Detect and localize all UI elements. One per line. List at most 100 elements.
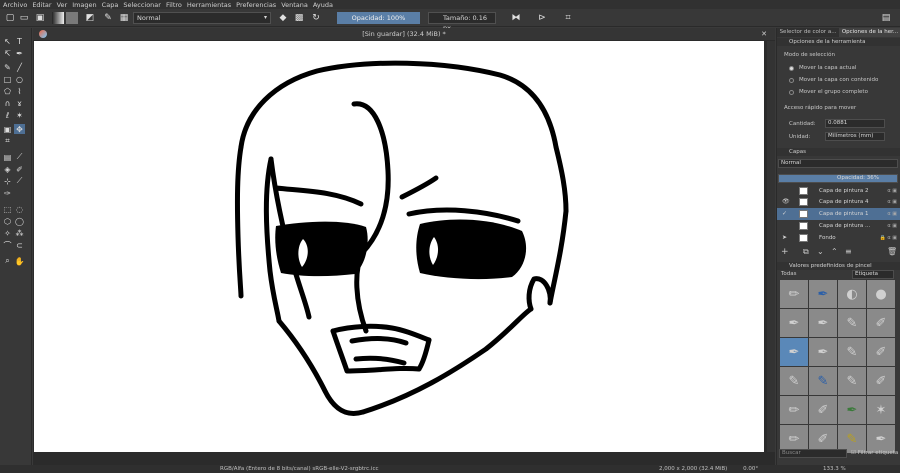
new-document-icon[interactable]: ▢	[4, 12, 16, 24]
menu-capa[interactable]: Capa	[102, 1, 119, 9]
brush-preset-icon[interactable]: ✎	[102, 12, 114, 24]
radio-move-current-layer[interactable]	[789, 66, 794, 71]
crop-icon[interactable]: ⌗	[562, 12, 574, 24]
pattern-swatch-icon[interactable]	[66, 12, 78, 24]
move-layer-down-icon[interactable]: ⌄	[817, 247, 824, 256]
reference-tool-icon[interactable]: ✑	[2, 188, 13, 198]
workspace-icon[interactable]: ▤	[880, 12, 892, 24]
menu-filtro[interactable]: Filtro	[166, 1, 182, 9]
contiguous-select-icon[interactable]: ✧	[2, 228, 13, 238]
gradient-swatch-icon[interactable]	[52, 12, 64, 24]
charcoal-brush-icon[interactable]: ✎	[838, 338, 866, 366]
eraser-mode-icon[interactable]: ◆	[277, 12, 289, 24]
unit-select[interactable]: Milímetros (mm)	[825, 132, 885, 141]
drawing-canvas[interactable]	[34, 41, 764, 452]
preset-search-input[interactable]: Buscar	[779, 449, 847, 458]
hatch-brush-icon[interactable]: ✶	[867, 396, 895, 424]
filter-tag-checkbox[interactable]: ☑ Filtrar etiqueta	[851, 450, 898, 456]
airbrush-icon[interactable]: ◐	[838, 280, 866, 308]
reload-preset-icon[interactable]: ↻	[310, 12, 322, 24]
amount-input[interactable]: 0.0881	[825, 119, 885, 128]
rectangle-tool-icon[interactable]: □	[2, 74, 13, 84]
close-icon[interactable]: ✕	[761, 28, 767, 40]
document-tab[interactable]: [Sin guardar] (32.4 MiB) * ✕	[33, 28, 775, 40]
blue-pencil-icon[interactable]: ✎	[809, 367, 837, 395]
brush-settings-icon[interactable]: ▦	[118, 12, 130, 24]
delete-layer-icon[interactable]: 🗑	[887, 247, 897, 256]
layer-flags-icon[interactable]: α ▣	[887, 208, 897, 220]
chalk-brush-icon[interactable]: ✐	[867, 309, 895, 337]
select-shapes-icon[interactable]: ↖	[2, 36, 13, 46]
polygon-select-icon[interactable]: ⬡	[2, 216, 13, 226]
duplicate-layer-icon[interactable]: ⧉	[803, 247, 809, 257]
calligraphy-icon[interactable]: ✒	[14, 48, 25, 58]
green-pen-icon[interactable]: ✒	[838, 396, 866, 424]
soft-brush-icon[interactable]: ●	[867, 280, 895, 308]
layer-flags-icon[interactable]: α ▣	[887, 196, 897, 208]
pencil-brush-icon[interactable]: ✎	[838, 309, 866, 337]
move-layer-up-icon[interactable]: ⌃	[831, 247, 838, 256]
crop-tool-icon[interactable]: ⌗	[2, 136, 13, 146]
eraser-brush-icon[interactable]: ✏	[780, 280, 808, 308]
bezier-tool-icon[interactable]: ∩	[2, 98, 13, 108]
opacity-slider[interactable]: Opacidad: 100%	[337, 12, 420, 24]
mirror-vertical-icon[interactable]: ⊳	[536, 12, 548, 24]
presets-tag-select[interactable]: Etiqueta	[852, 270, 894, 279]
texture-brush-icon[interactable]: ✐	[867, 367, 895, 395]
ink-pen-brush-icon[interactable]: ✒	[780, 309, 808, 337]
layer-row[interactable]: 👁 Capa de pintura 4 α ▣	[777, 196, 900, 208]
smart-patch-icon[interactable]: ✐	[14, 164, 25, 174]
canvas-scrollbar[interactable]	[767, 41, 775, 452]
blend-mode-select[interactable]: Normal ▾	[133, 12, 271, 24]
zoom-level[interactable]: 133.3 %	[823, 465, 846, 473]
layers-blend-select[interactable]: Normal	[778, 159, 898, 168]
menu-preferencias[interactable]: Preferencias	[236, 1, 276, 9]
dark-pencil-icon[interactable]: ✎	[838, 367, 866, 395]
layer-row[interactable]: Capa de pintura ... α ▣	[777, 220, 900, 232]
menu-seleccionar[interactable]: Seleccionar	[123, 1, 161, 9]
gradient-tool-icon[interactable]: ▤	[2, 152, 13, 162]
menu-ver[interactable]: Ver	[57, 1, 68, 9]
wet-brush-icon[interactable]: ✐	[867, 338, 895, 366]
multibrush-icon[interactable]: ✶	[14, 110, 25, 120]
freehand-path-icon[interactable]: ɤ	[14, 98, 25, 108]
ellipse-tool-icon[interactable]: ○	[14, 74, 25, 84]
assistant-tool-icon[interactable]: ⊹	[2, 176, 13, 186]
text-tool-icon[interactable]: T	[14, 36, 25, 46]
color-pencil-icon[interactable]: ✎	[780, 367, 808, 395]
lock-icon[interactable]: 🔒 α ▣	[880, 232, 897, 244]
menu-editar[interactable]: Editar	[32, 1, 51, 9]
magnetic-select-icon[interactable]: ⊂	[14, 240, 25, 250]
menu-ventana[interactable]: Ventana	[281, 1, 308, 9]
sketch-brush-icon[interactable]: ✒	[867, 425, 895, 453]
eye-icon[interactable]: 👁	[782, 196, 790, 208]
freehand-select-icon[interactable]: ◯	[14, 216, 25, 226]
blue-marker-brush-icon[interactable]: ✒	[809, 280, 837, 308]
pan-tool-icon[interactable]: ✋	[14, 256, 25, 266]
layer-row[interactable]: ➤ Fondo 🔒 α ▣	[777, 232, 900, 244]
add-layer-icon[interactable]: +	[781, 247, 789, 257]
color-picker-icon[interactable]: ⟋	[14, 152, 25, 162]
fill-tool-icon[interactable]: ◈	[2, 164, 13, 174]
measure-tool-icon[interactable]: ⟋	[14, 176, 25, 186]
selected-brush-icon[interactable]: ✒	[780, 338, 808, 366]
open-document-icon[interactable]: ▭	[18, 12, 30, 24]
layer-properties-icon[interactable]: ≡	[845, 247, 852, 256]
layers-opacity-slider[interactable]: Opacidad: 36%	[778, 174, 898, 183]
layer-row-selected[interactable]: ✓ Capa de pintura 1 α ▣	[777, 208, 900, 220]
menu-archivo[interactable]: Archivo	[3, 1, 27, 9]
dynamic-brush-icon[interactable]: ℓ	[2, 110, 13, 120]
check-icon[interactable]: ✓	[782, 208, 787, 220]
edit-shapes-icon[interactable]: ↸	[2, 48, 13, 58]
mirror-horizontal-icon[interactable]: ⧓	[510, 12, 522, 24]
color-swap-icon[interactable]: ◩	[84, 12, 96, 24]
brush-tool-icon[interactable]: ✎	[2, 62, 13, 72]
marker-brush-icon[interactable]: ✒	[809, 338, 837, 366]
polygon-tool-icon[interactable]: ⬠	[2, 86, 13, 96]
line-tool-icon[interactable]: ╱	[14, 62, 25, 72]
transform-tool-icon[interactable]: ▣	[2, 124, 13, 134]
layer-flags-icon[interactable]: α ▣	[887, 220, 897, 232]
tab-tool-options[interactable]: Opciones de la her...	[839, 28, 900, 37]
smudge-brush-icon[interactable]: ✏	[780, 396, 808, 424]
size-slider[interactable]: Tamaño: 0.16 px	[428, 12, 496, 32]
